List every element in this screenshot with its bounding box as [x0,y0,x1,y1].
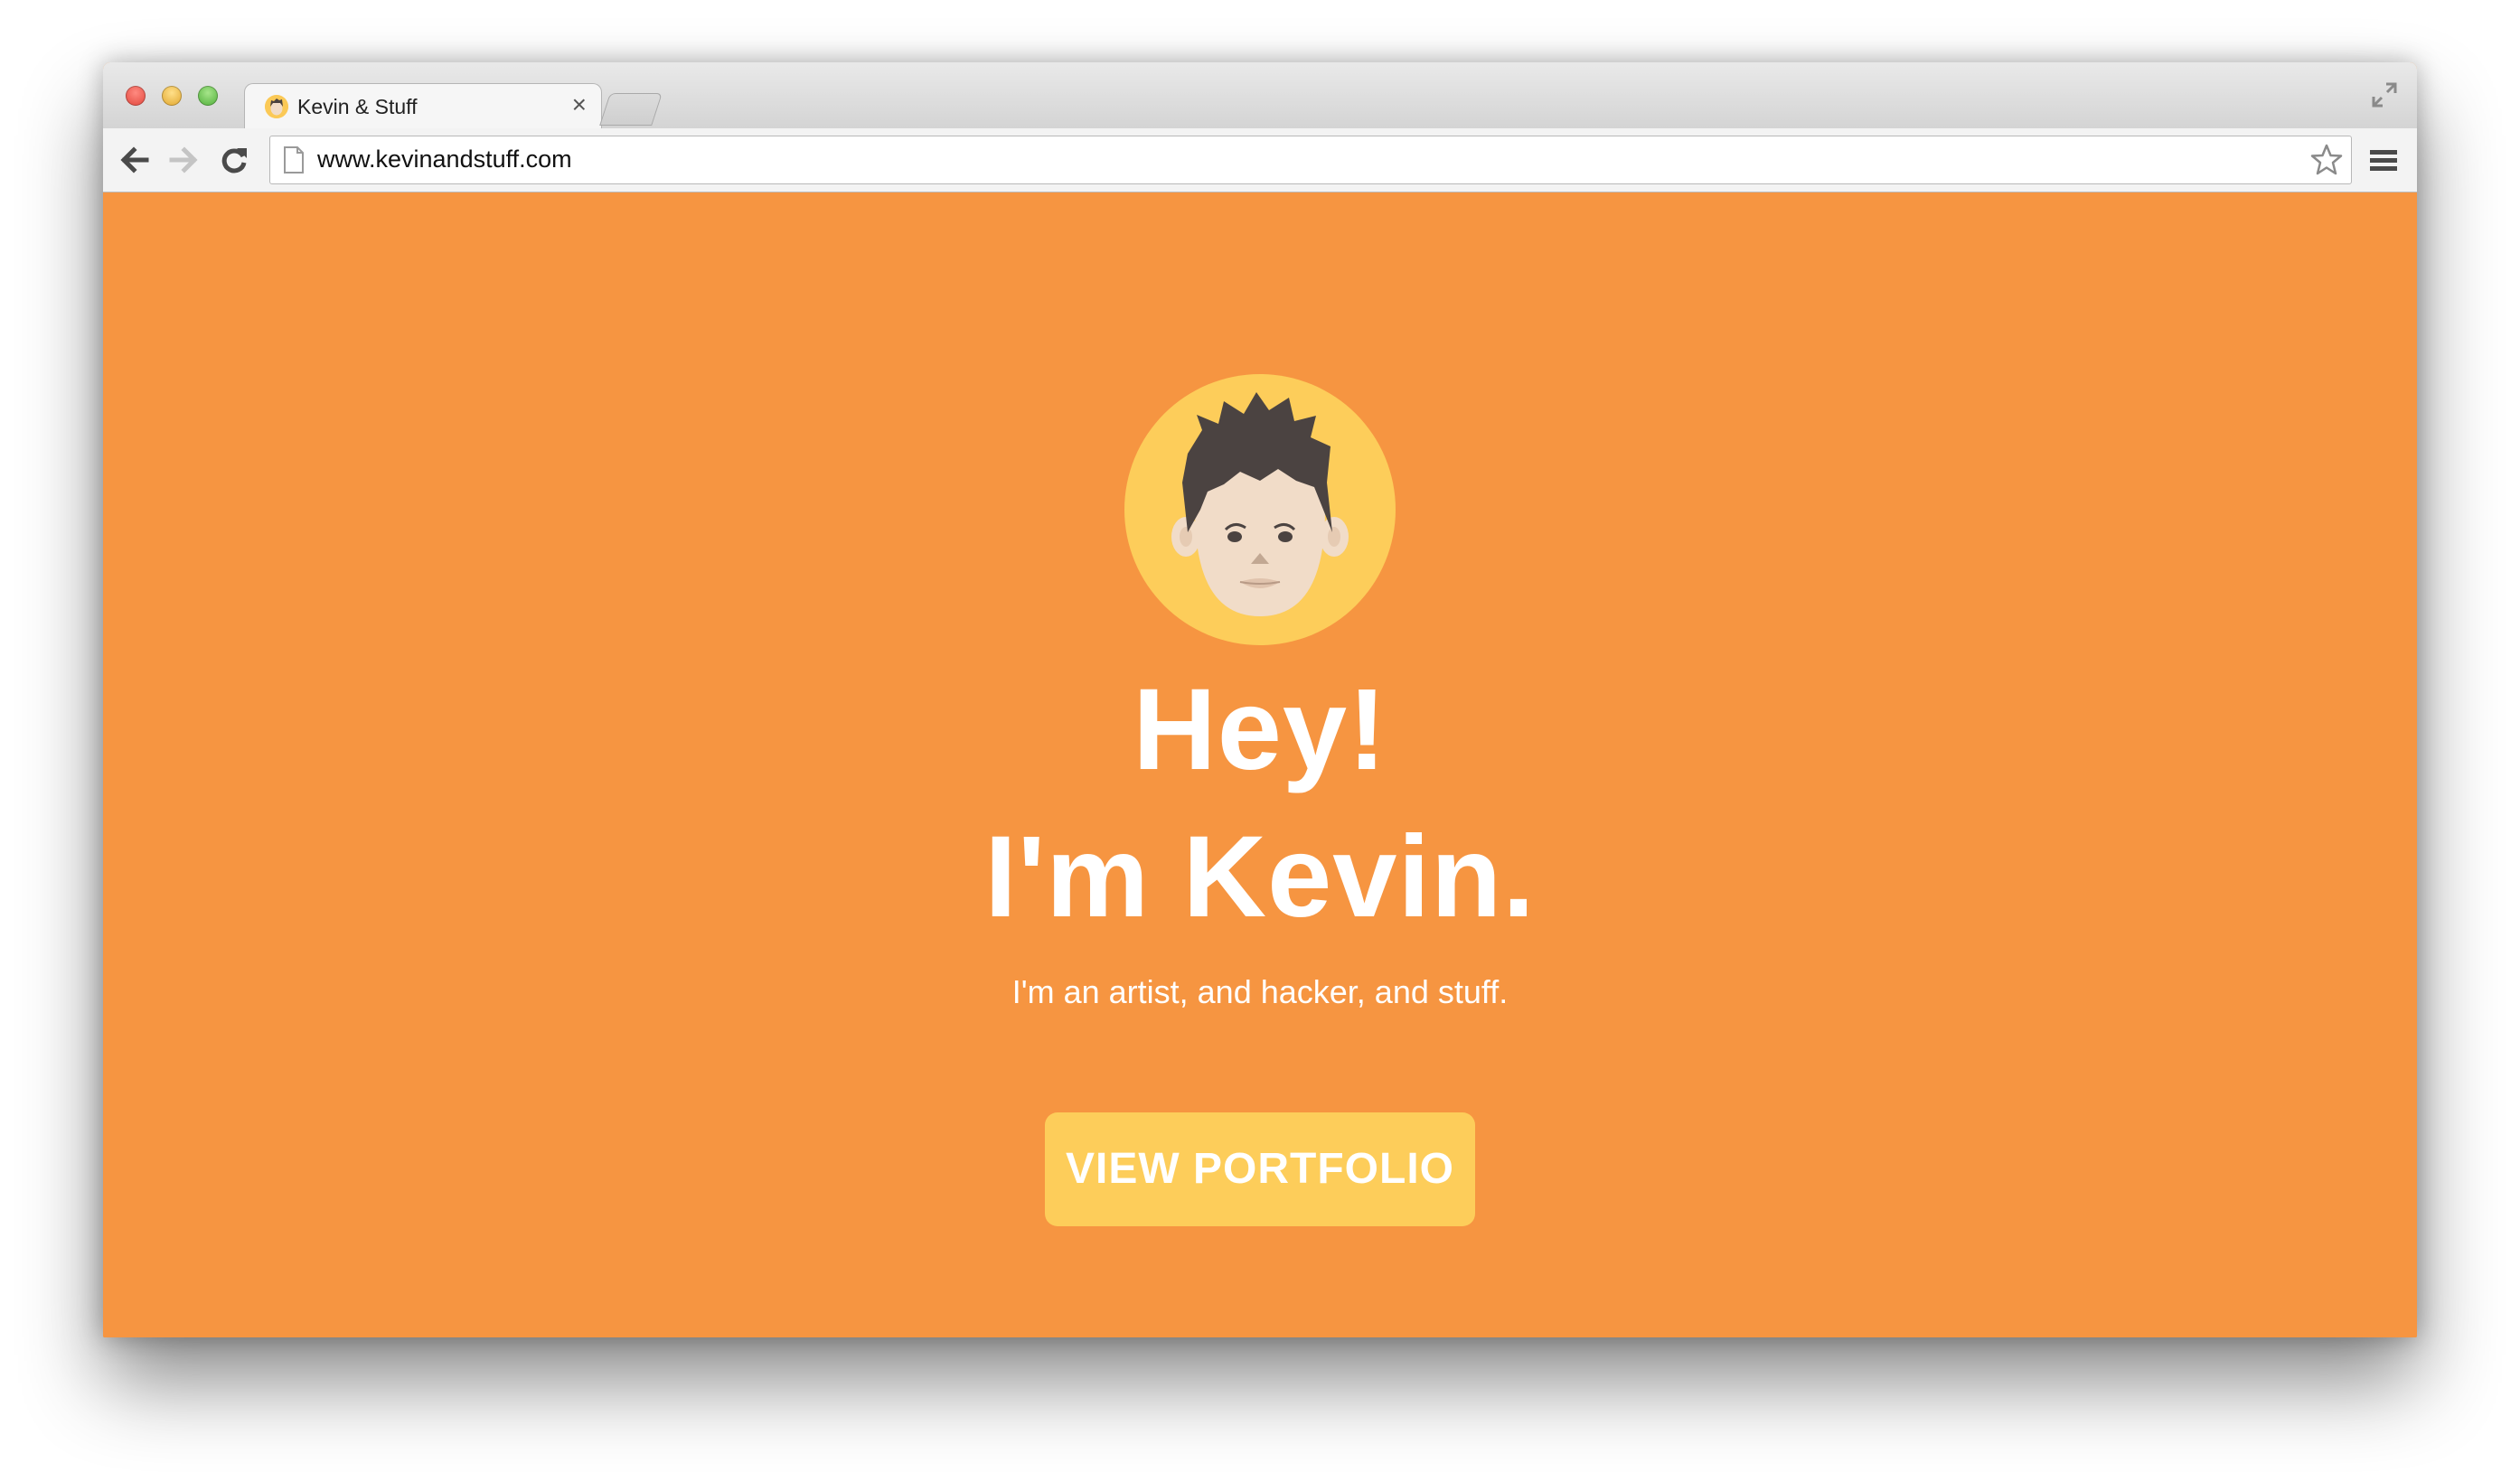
reload-icon[interactable] [217,143,251,177]
browser-tab-active[interactable]: Kevin & Stuff × [244,83,602,129]
favicon-icon [265,95,288,118]
browser-window: Kevin & Stuff × www.kevinandstuff.com He… [103,62,2417,1337]
address-bar[interactable]: www.kevinandstuff.com [269,136,2352,184]
url-text[interactable]: www.kevinandstuff.com [317,145,572,174]
tab-title: Kevin & Stuff [297,95,418,118]
browser-toolbar: www.kevinandstuff.com [103,128,2417,192]
page-icon [284,146,304,174]
window-maximize-button[interactable] [198,86,218,106]
view-portfolio-button[interactable]: VIEW PORTFOLIO [1045,1112,1475,1226]
star-icon[interactable] [2309,143,2344,177]
forward-arrow-icon[interactable] [166,143,201,177]
page-content: Hey! I'm Kevin. I'm an artist, and hacke… [103,192,2417,1337]
tab-close-icon[interactable]: × [572,90,587,118]
hamburger-menu-icon[interactable] [2368,145,2399,175]
avatar [1124,374,1396,645]
new-tab-button[interactable] [599,93,663,126]
headline-line-1: Hey! [1133,665,1387,794]
window-minimize-button[interactable] [162,86,182,106]
window-close-button[interactable] [126,86,146,106]
fullscreen-icon[interactable] [2370,80,2399,109]
browser-titlebar: Kevin & Stuff × [103,62,2417,129]
tagline: I'm an artist, and hacker, and stuff. [1011,973,1509,1010]
back-arrow-icon[interactable] [118,143,152,177]
headline-line-2: I'm Kevin. [984,812,1536,942]
